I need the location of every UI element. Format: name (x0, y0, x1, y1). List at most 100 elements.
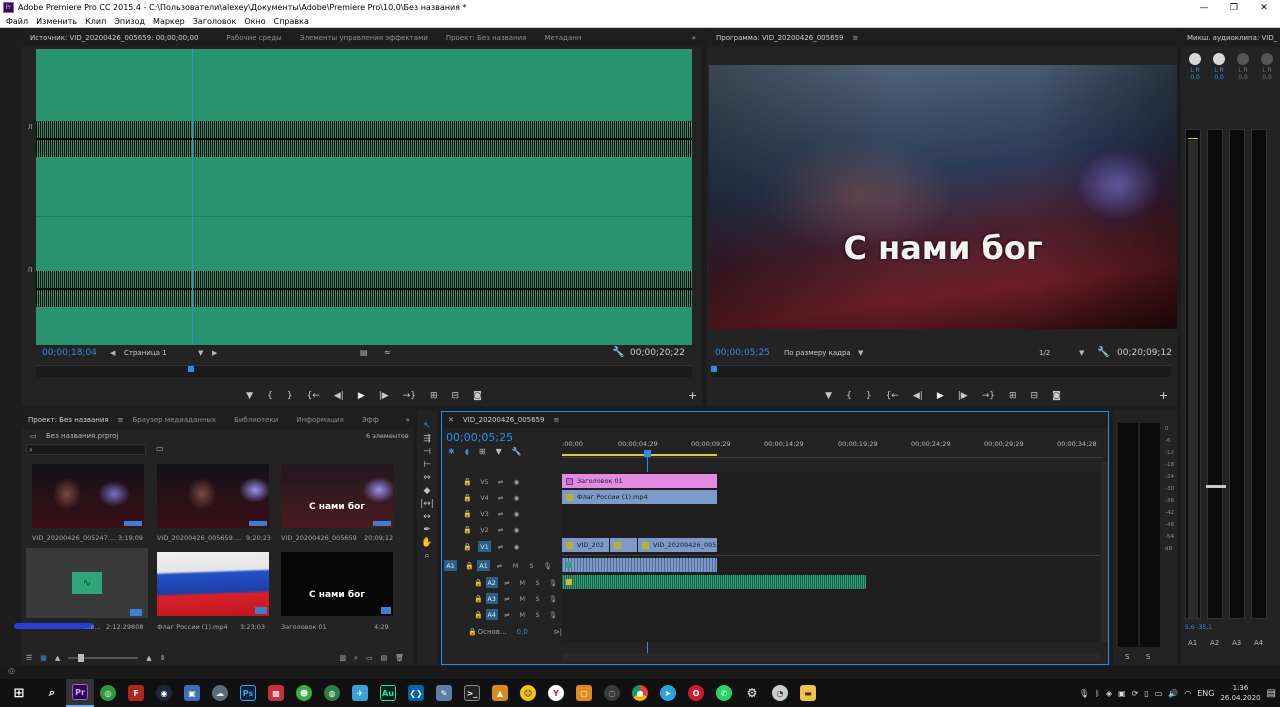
lock-icon[interactable]: 🔒 (468, 628, 477, 636)
taskbar-app-orange-icon[interactable]: ▲ (486, 679, 514, 707)
page-select[interactable]: Страница 1 (124, 349, 167, 357)
slide-tool-icon[interactable]: ↔ (423, 512, 431, 522)
icon-view-icon[interactable]: ▦ (40, 654, 47, 662)
lock-icon[interactable]: 🔒 (442, 494, 472, 502)
solo-button[interactable]: S (525, 560, 538, 571)
rolling-edit-tool-icon[interactable]: ⊢ (423, 460, 431, 470)
eye-icon[interactable]: ◉ (510, 524, 523, 535)
pan-knob-icon[interactable] (1237, 53, 1249, 65)
tray-language[interactable]: ENG (1197, 689, 1214, 698)
program-go-to-in-icon[interactable]: {← (886, 391, 899, 401)
taskbar-terminal-icon[interactable]: >_ (458, 679, 486, 707)
sync-lock-icon[interactable]: ⇌ (501, 577, 513, 588)
drag-audio-icon[interactable]: ≈ (384, 348, 391, 357)
mark-in-icon[interactable]: { (267, 391, 273, 401)
tab-project-panel[interactable]: Проект: Без названия (22, 416, 118, 424)
taskbar-opera-icon[interactable]: O (682, 679, 710, 707)
project-item-sequence[interactable]: С нами бог (281, 464, 393, 528)
zoom-out-icon[interactable]: ▲ (55, 654, 60, 662)
source-timecode-current[interactable]: 00;00;18;04 (42, 348, 97, 358)
source-patch-a1[interactable]: A1 (444, 560, 457, 571)
taskbar-network-icon[interactable]: ▣ (178, 679, 206, 707)
selection-tool-icon[interactable]: ↖ (423, 421, 431, 431)
menu-marker[interactable]: Маркер (153, 17, 185, 26)
taskbar-app-globe-icon[interactable]: ◍ (318, 679, 346, 707)
track-label[interactable]: V3 (478, 508, 491, 519)
clip-title[interactable]: Заголовок 01 (562, 474, 717, 488)
sync-lock-icon[interactable]: ⇌ (501, 609, 513, 620)
resolution-dropdown-icon[interactable]: ▼ (1079, 349, 1084, 357)
pan-knob-icon[interactable] (1189, 53, 1201, 65)
program-mark-in-icon[interactable]: { (846, 391, 852, 401)
menu-clip[interactable]: Клип (85, 17, 106, 26)
work-area-bar[interactable] (562, 454, 717, 456)
snap-icon[interactable]: ◖ (465, 447, 469, 456)
go-to-in-icon[interactable]: {← (307, 391, 320, 401)
step-back-icon[interactable]: ◀| (334, 391, 344, 401)
tab-info[interactable]: Информация (287, 416, 353, 424)
fit-select[interactable]: По размеру кадра (784, 349, 851, 357)
track-label[interactable]: A3 (485, 593, 498, 604)
mixer-fader-a2[interactable] (1206, 485, 1226, 488)
overwrite-icon[interactable]: ⊟ (452, 391, 460, 401)
sync-lock-icon[interactable]: ⇌ (494, 492, 507, 503)
master-value[interactable]: 0,0 (517, 628, 528, 636)
timeline-ruler[interactable]: :00;00 00;00;04;29 00;00;09;29 00;00;14;… (562, 438, 1102, 458)
export-frame-icon[interactable]: ◙ (473, 391, 482, 401)
page-next-icon[interactable]: ▶ (212, 349, 217, 357)
lock-icon[interactable]: 🔒 (442, 526, 472, 534)
eye-icon[interactable]: ◉ (510, 492, 523, 503)
maximize-button[interactable]: ❐ (1220, 0, 1248, 15)
taskbar-app-ghost-icon[interactable]: ◔ (766, 679, 794, 707)
taskbar-steam-icon[interactable]: ◉ (150, 679, 178, 707)
list-view-icon[interactable]: ☰ (26, 654, 32, 662)
clip-v1-b[interactable] (610, 538, 637, 552)
program-settings-wrench-icon[interactable]: 🔧 (1097, 347, 1109, 358)
clip-a2-audio[interactable] (562, 575, 866, 589)
tray-monitor-icon[interactable]: ▭ (1155, 689, 1163, 698)
new-item-icon[interactable]: ▤ (380, 654, 387, 662)
lock-icon[interactable]: 🔒 (474, 595, 485, 603)
menu-edit[interactable]: Изменить (36, 17, 77, 26)
pan-knob-icon[interactable] (1213, 53, 1225, 65)
tray-mic-icon[interactable]: 🎙 (1079, 689, 1089, 698)
close-sequence-icon[interactable]: ✕ (442, 416, 454, 424)
tab-metadata[interactable]: Метаданн (535, 34, 590, 42)
tab-sequence[interactable]: VID_20200426_005659 (454, 416, 554, 424)
step-forward-icon[interactable]: |▶ (379, 391, 389, 401)
program-go-to-out-icon[interactable]: →} (982, 391, 995, 401)
new-bin-icon[interactable]: ▭ (156, 444, 164, 453)
master-end-icon[interactable]: ⊳| (554, 628, 562, 636)
program-step-back-icon[interactable]: ◀| (913, 391, 923, 401)
taskbar-premiere-icon[interactable]: Pr (66, 679, 94, 707)
track-label[interactable]: A2 (485, 577, 498, 588)
project-more-tabs-icon[interactable]: » (406, 416, 410, 424)
menu-help[interactable]: Справка (274, 17, 309, 26)
linked-selection-icon[interactable]: ⊞ (479, 447, 486, 456)
pen-tool-icon[interactable]: ✒ (423, 525, 431, 535)
zoom-tool-icon[interactable]: ⌕ (424, 551, 429, 561)
track-label[interactable]: A1 (477, 560, 490, 571)
track-select-tool-icon[interactable]: ⇶ (423, 434, 431, 444)
taskbar-app-blue-icon[interactable]: ✈ (346, 679, 374, 707)
source-time-ruler[interactable] (36, 365, 692, 377)
source-add-button-icon[interactable]: + (688, 389, 697, 402)
track-label[interactable]: V4 (478, 492, 491, 503)
track-label[interactable]: A4 (485, 609, 498, 620)
taskbar-notes-icon[interactable]: ✎ (430, 679, 458, 707)
taskbar-android-icon[interactable]: ☻ (290, 679, 318, 707)
menu-window[interactable]: Окно (244, 17, 265, 26)
project-search-input[interactable]: ⌕ (26, 444, 146, 455)
taskbar-app-green-icon[interactable]: ◎ (94, 679, 122, 707)
tray-red-icon[interactable]: ▣ (1118, 689, 1126, 698)
ripple-edit-tool-icon[interactable]: ⊣ (423, 447, 431, 457)
taskbar-whatsapp-icon[interactable]: ✆ (710, 679, 738, 707)
play-icon[interactable]: ▶ (358, 391, 365, 401)
tab-effects[interactable]: Эфф (353, 416, 388, 424)
taskbar-settings-icon[interactable]: ⚙ (738, 679, 766, 707)
lock-icon[interactable]: 🔒 (442, 478, 472, 486)
tray-sync-icon[interactable]: ⟳ (1132, 689, 1139, 698)
project-item-video-1[interactable] (32, 464, 144, 528)
tray-volume-icon[interactable]: 🔊 (1168, 689, 1178, 698)
clip-a1-audio[interactable] (562, 558, 717, 572)
